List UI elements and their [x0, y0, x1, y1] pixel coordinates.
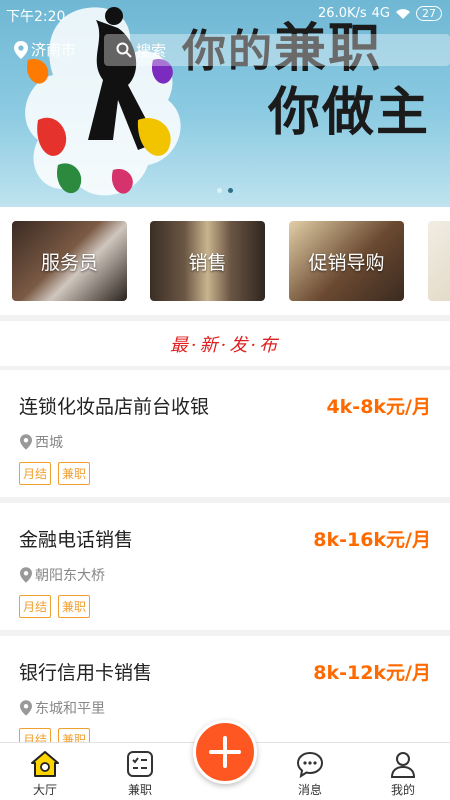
paint-splash-illustration: [25, 7, 181, 196]
tab-messages[interactable]: 消息: [280, 749, 340, 798]
location-pin-icon: [20, 567, 32, 583]
network-type: 4G: [371, 6, 390, 21]
category-promotion[interactable]: 促销导购: [289, 221, 404, 301]
tab-jobs[interactable]: 兼职: [110, 749, 170, 798]
job-location: 西城: [20, 432, 63, 452]
job-location: 朝阳东大桥: [20, 565, 105, 585]
user-icon: [390, 752, 416, 778]
job-title: 连锁化妆品店前台收银: [19, 396, 210, 418]
job-card[interactable]: 金融电话销售 8k-16k元/月 朝阳东大桥 月结 兼职: [0, 503, 450, 630]
location-pin-icon: [20, 434, 32, 450]
carousel-dot-active: [228, 188, 233, 193]
search-placeholder: 搜索: [136, 41, 167, 60]
category-strip: 服务员 销售 促销导购: [0, 207, 450, 315]
job-salary: 8k-12k元/月: [313, 662, 431, 684]
promo-banner[interactable]: 你的兼职 你做主: [0, 0, 450, 207]
chat-bubble-icon: [296, 751, 324, 779]
job-salary: 4k-8k元/月: [326, 396, 431, 418]
status-bar: 下午2:20 26.0K/s 4G 27: [0, 0, 450, 30]
carousel-dot: [217, 188, 222, 193]
category-label: 促销导购: [308, 251, 385, 274]
latest-section-header: 最·新·发·布: [0, 321, 450, 366]
job-tag: 兼职: [58, 462, 91, 485]
job-tag: 兼职: [58, 595, 91, 618]
tab-home-label: 大厅: [32, 783, 57, 797]
status-time: 下午2:20: [6, 9, 66, 25]
category-more[interactable]: [428, 221, 450, 301]
checklist-icon: [127, 751, 153, 777]
location-pin-icon: [20, 700, 32, 716]
tab-mine[interactable]: 我的: [373, 749, 433, 798]
category-label: 服务员: [40, 251, 98, 274]
location-pin-icon: [14, 40, 28, 59]
status-indicators: 26.0K/s 4G 27: [318, 6, 442, 21]
app-screen: 你的兼职 你做主 下午2:20 26.0K/s 4G 27 济南市 搜索 服务员…: [0, 0, 450, 800]
city-selector[interactable]: 济南市: [14, 39, 76, 60]
city-name: 济南市: [31, 41, 77, 59]
job-title: 银行信用卡销售: [19, 662, 153, 684]
category-waiter[interactable]: 服务员: [12, 221, 127, 301]
battery-indicator: 27: [416, 6, 442, 21]
job-tags: 月结 兼职: [19, 462, 91, 485]
home-icon: [31, 751, 59, 777]
network-speed: 26.0K/s: [318, 6, 367, 21]
tab-messages-label: 消息: [297, 783, 322, 797]
banner-headline-line2: 你做主: [268, 83, 431, 143]
category-label: 销售: [188, 251, 227, 274]
tab-mine-label: 我的: [390, 783, 415, 797]
job-location-text: 东城和平里: [35, 701, 105, 717]
job-title: 金融电话销售: [19, 529, 134, 551]
job-tags: 月结 兼职: [19, 595, 91, 618]
plus-icon: [209, 736, 241, 768]
job-tag: 月结: [19, 595, 52, 618]
wifi-icon: [396, 8, 410, 19]
publish-button[interactable]: [193, 720, 257, 784]
job-card[interactable]: 连锁化妆品店前台收银 4k-8k元/月 西城 月结 兼职: [0, 370, 450, 497]
search-icon: [116, 42, 132, 58]
job-location-text: 西城: [35, 435, 63, 451]
job-location-text: 朝阳东大桥: [35, 568, 105, 584]
category-sales[interactable]: 销售: [150, 221, 265, 301]
job-tag: 月结: [19, 462, 52, 485]
job-salary: 8k-16k元/月: [313, 529, 431, 551]
carousel-indicator: [217, 188, 233, 193]
tab-jobs-label: 兼职: [127, 783, 152, 797]
section-title: 最·新·发·布: [169, 334, 281, 356]
search-bar[interactable]: 搜索: [104, 34, 450, 66]
job-location: 东城和平里: [20, 698, 105, 718]
tab-home[interactable]: 大厅: [15, 749, 75, 798]
